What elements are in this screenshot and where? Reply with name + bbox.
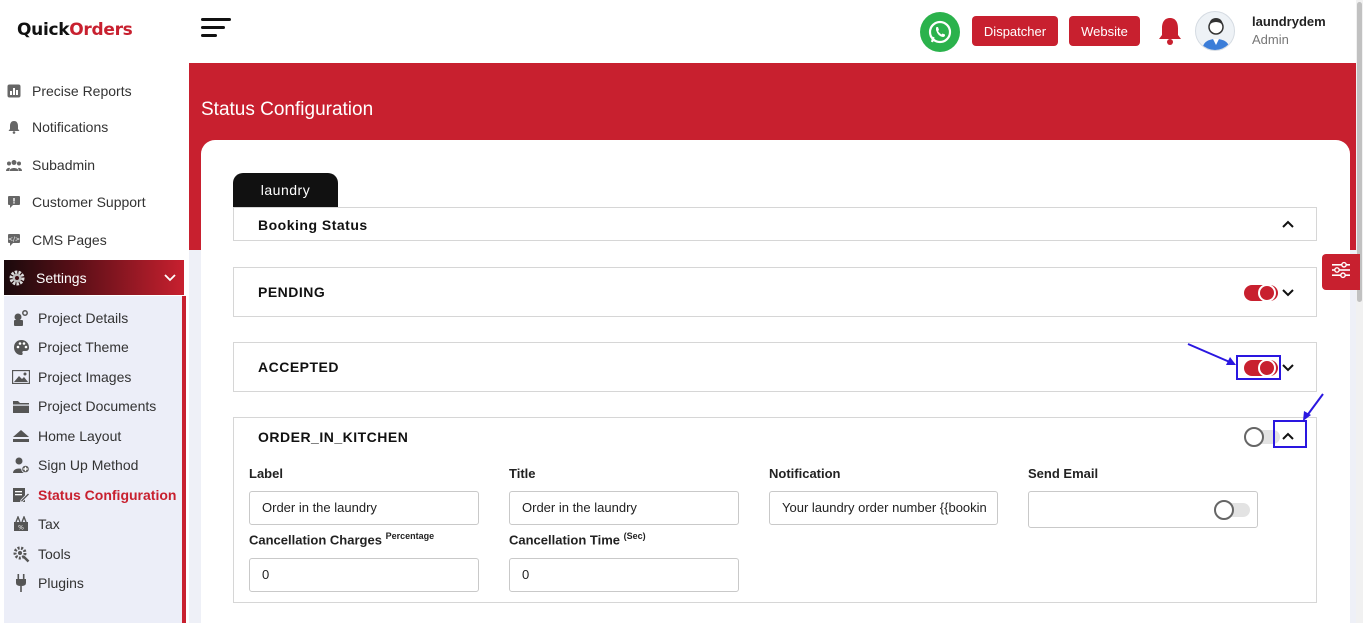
whatsapp-icon[interactable] — [920, 12, 960, 52]
status-config-icon — [12, 486, 30, 504]
sidebar-item-label: Settings — [36, 269, 87, 286]
users-icon — [6, 157, 22, 173]
cancellation-charges-label: Cancellation Charges — [249, 532, 382, 548]
image-icon — [12, 368, 30, 386]
avatar[interactable] — [1195, 11, 1235, 51]
chevron-down-icon — [164, 269, 176, 285]
submenu-item-label: Tax — [38, 516, 60, 532]
logo-text-quick: Quick — [17, 20, 70, 40]
sidebar-item-precise-reports[interactable]: Precise Reports — [6, 79, 132, 103]
user-name: laundrydem — [1252, 14, 1326, 29]
submenu-item-status-configuration[interactable]: Status Configuration — [12, 484, 176, 506]
sidebar-item-label: Customer Support — [32, 194, 146, 210]
send-email-field[interactable] — [1028, 491, 1258, 528]
dispatcher-button[interactable]: Dispatcher — [972, 16, 1058, 46]
sidebar-item-label: Precise Reports — [32, 83, 132, 99]
chevron-up-icon[interactable] — [1279, 215, 1297, 233]
submenu-item-label: Plugins — [38, 575, 84, 591]
support-chat-icon — [6, 194, 22, 210]
sidebar-item-customer-support[interactable]: Customer Support — [6, 190, 146, 214]
label-field[interactable]: Order in the laundry — [249, 491, 479, 525]
submenu-item-project-theme[interactable]: Project Theme — [12, 336, 129, 358]
submenu-item-label: Sign Up Method — [38, 457, 139, 473]
submenu-item-plugins[interactable]: Plugins — [12, 572, 84, 594]
website-button[interactable]: Website — [1069, 16, 1140, 46]
title-field-heading: Title — [509, 466, 536, 481]
folder-icon — [12, 397, 30, 415]
user-plus-icon — [12, 456, 30, 474]
cancellation-charges-heading: Cancellation Charges Percentage — [249, 531, 434, 547]
svg-text:%: % — [18, 525, 24, 532]
status-name: ACCEPTED — [258, 359, 340, 375]
label-field-heading: Label — [249, 466, 283, 481]
submenu-item-project-details[interactable]: Project Details — [12, 307, 128, 329]
chevron-down-icon[interactable] — [1279, 284, 1297, 302]
sidebar-item-notifications[interactable]: Notifications — [6, 115, 108, 139]
notification-field-heading: Notification — [769, 466, 841, 481]
user-role: Admin — [1252, 32, 1289, 47]
tab-laundry[interactable]: laundry — [233, 173, 338, 207]
submenu-item-home-layout[interactable]: Home Layout — [12, 425, 121, 447]
sidebar-item-label: Subadmin — [32, 157, 96, 173]
annotation-arrows — [1187, 343, 1324, 421]
app-logo[interactable]: QuickOrders — [17, 20, 133, 40]
status-panel-order-in-kitchen: ORDER_IN_KITCHEN Label Order in the laun… — [233, 417, 1317, 603]
page-scrollbar[interactable] — [1356, 0, 1363, 623]
project-details-icon — [12, 309, 30, 327]
section-title: Booking Status — [258, 217, 368, 233]
sidebar: QuickOrders Precise Reports Notification… — [0, 0, 189, 623]
cancellation-charges-unit: Percentage — [385, 531, 435, 541]
top-header: Dispatcher Website laundrydem Admin — [189, 0, 1363, 63]
svg-text:</>: </> — [8, 236, 20, 243]
notification-field[interactable]: Your laundry order number {{bookin — [769, 491, 998, 525]
chart-icon — [6, 83, 22, 99]
submenu-item-label: Tools — [38, 546, 71, 562]
sidebar-item-subadmin[interactable]: Subadmin — [6, 153, 95, 177]
plug-icon — [12, 574, 30, 592]
tools-icon — [12, 545, 30, 563]
submenu-item-project-images[interactable]: Project Images — [12, 366, 131, 388]
cancellation-time-heading: Cancellation Time (Sec) — [509, 531, 646, 547]
sidebar-item-label: Notifications — [32, 119, 109, 135]
gear-icon — [8, 269, 26, 287]
settings-sliders-button[interactable] — [1322, 254, 1360, 290]
status-panel-pending[interactable]: PENDING — [233, 267, 1317, 317]
notification-bell-icon[interactable] — [1156, 16, 1184, 46]
cms-chat-icon: </> — [6, 232, 22, 248]
submenu-item-tax[interactable]: % Tax — [12, 513, 60, 535]
logo-text-orders: Orders — [69, 20, 133, 40]
cancellation-time-label: Cancellation Time — [509, 532, 621, 548]
submenu-item-label: Home Layout — [38, 428, 122, 444]
submenu-item-project-documents[interactable]: Project Documents — [12, 395, 156, 417]
menu-toggle-icon[interactable] — [201, 18, 233, 42]
palette-icon — [12, 338, 30, 356]
status-panel-accepted[interactable]: ACCEPTED — [233, 342, 1317, 392]
sidebar-item-settings[interactable]: Settings — [4, 260, 184, 295]
submenu-item-label: Project Documents — [38, 398, 157, 414]
submenu-item-tools[interactable]: Tools — [12, 543, 71, 565]
pending-enabled-toggle[interactable] — [1244, 284, 1278, 302]
booking-status-section[interactable]: Booking Status — [233, 207, 1317, 241]
home-icon — [12, 427, 30, 445]
bell-icon — [6, 119, 22, 135]
page-title: Status Configuration — [201, 99, 374, 120]
submenu-item-label: Status Configuration — [38, 487, 177, 503]
send-email-toggle[interactable] — [1214, 500, 1250, 520]
submenu-item-label: Project Details — [38, 310, 129, 326]
status-name: ORDER_IN_KITCHEN — [258, 429, 409, 445]
sliders-icon — [1331, 261, 1351, 284]
cancellation-charges-field[interactable]: 0 — [249, 558, 479, 592]
title-field[interactable]: Order in the laundry — [509, 491, 739, 525]
sidebar-item-label: CMS Pages — [32, 232, 107, 248]
status-name: PENDING — [258, 284, 326, 300]
submenu-item-sign-up-method[interactable]: Sign Up Method — [12, 454, 138, 476]
cancellation-time-field[interactable]: 0 — [509, 558, 739, 592]
send-email-heading: Send Email — [1028, 466, 1099, 481]
sidebar-item-cms-pages[interactable]: </> CMS Pages — [6, 228, 107, 252]
tax-icon: % — [12, 515, 30, 533]
submenu-item-label: Project Theme — [38, 339, 129, 355]
cancellation-time-unit: (Sec) — [623, 531, 646, 541]
submenu-item-label: Project Images — [38, 369, 132, 385]
